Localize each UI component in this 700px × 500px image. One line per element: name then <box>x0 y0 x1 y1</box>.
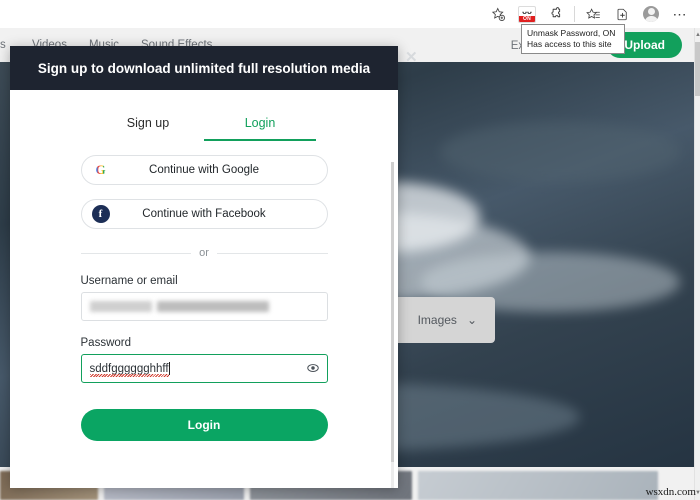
signup-login-modal: Sign up to download unlimited full resol… <box>10 46 398 488</box>
modal-scrollbar[interactable] <box>391 162 394 488</box>
extension-tooltip: Unmask Password, ON Has access to this s… <box>521 24 625 54</box>
tab-signup-label: Sign up <box>126 116 170 130</box>
login-submit-button[interactable]: Login <box>80 409 328 441</box>
extensions-puzzle-icon[interactable] <box>542 2 570 26</box>
modal-header-title: Sign up to download unlimited full resol… <box>37 60 371 76</box>
continue-with-facebook-button[interactable]: f Continue with Facebook <box>80 199 328 229</box>
tab-login[interactable]: Login <box>204 110 316 141</box>
continue-with-google-label: Continue with Google <box>149 164 259 176</box>
media-type-filter-label: Images <box>417 313 457 327</box>
username-field-label: Username or email <box>80 275 178 287</box>
username-redacted-value <box>156 301 269 312</box>
media-type-filter[interactable]: Images ⌄ <box>418 313 477 327</box>
password-input[interactable]: sddfgggggghhff <box>80 354 328 383</box>
divider-line-right <box>216 252 328 254</box>
chevron-down-icon: ⌄ <box>466 313 477 327</box>
nav-item-images-label: s <box>0 39 6 51</box>
thumbnail-item[interactable] <box>418 471 658 500</box>
login-submit-label: Login <box>187 418 221 432</box>
password-field-label: Password <box>80 337 132 349</box>
or-divider-label: or <box>199 247 209 259</box>
upload-button-label: Upload <box>624 38 665 52</box>
page-scrollbar[interactable]: ▲ ▼ <box>694 28 700 500</box>
toolbar-divider <box>574 6 575 22</box>
nav-item-images[interactable]: s <box>0 39 10 51</box>
site-watermark: wsxdn.com <box>645 486 696 498</box>
continue-with-google-button[interactable]: G Continue with Google <box>80 155 328 185</box>
or-divider: or <box>80 247 328 259</box>
page-scrollbar-thumb[interactable] <box>695 42 700 96</box>
modal-header: Sign up to download unlimited full resol… <box>10 46 398 90</box>
continue-with-facebook-label: Continue with Facebook <box>142 208 266 220</box>
facebook-icon: f <box>91 205 110 223</box>
scroll-up-arrow-icon[interactable]: ▲ <box>695 30 700 40</box>
tab-login-label: Login <box>244 116 276 130</box>
extension-tooltip-line2: Has access to this site <box>527 39 612 49</box>
auth-tabs: Sign up Login <box>38 110 370 141</box>
unmask-password-extension-icon[interactable]: ᴗᴗ ON <box>513 2 541 26</box>
profile-avatar-icon[interactable] <box>637 2 665 26</box>
extension-on-badge: ON <box>519 15 535 22</box>
modal-body: Sign up Login G Continue with Google f C… <box>10 110 398 488</box>
glasses-glyph: ᴗᴗ <box>522 6 532 16</box>
eye-icon[interactable] <box>306 363 319 374</box>
collections-icon[interactable] <box>579 2 607 26</box>
close-icon: ✕ <box>405 49 418 66</box>
add-page-icon[interactable] <box>608 2 636 26</box>
password-input-value: sddfgggggghhff <box>89 362 169 377</box>
extension-tooltip-line1: Unmask Password, ON <box>527 28 616 38</box>
divider-line-left <box>80 252 192 254</box>
modal-close-button[interactable]: ✕ <box>405 48 418 66</box>
modal-scrollbar-thumb[interactable] <box>391 162 394 462</box>
tab-signup[interactable]: Sign up <box>92 110 204 141</box>
username-redacted-value <box>89 301 152 312</box>
browser-settings-icon[interactable]: ⋯ <box>666 2 694 26</box>
username-input[interactable] <box>80 292 328 321</box>
add-favorite-icon[interactable] <box>484 2 512 26</box>
google-icon: G <box>95 162 106 177</box>
